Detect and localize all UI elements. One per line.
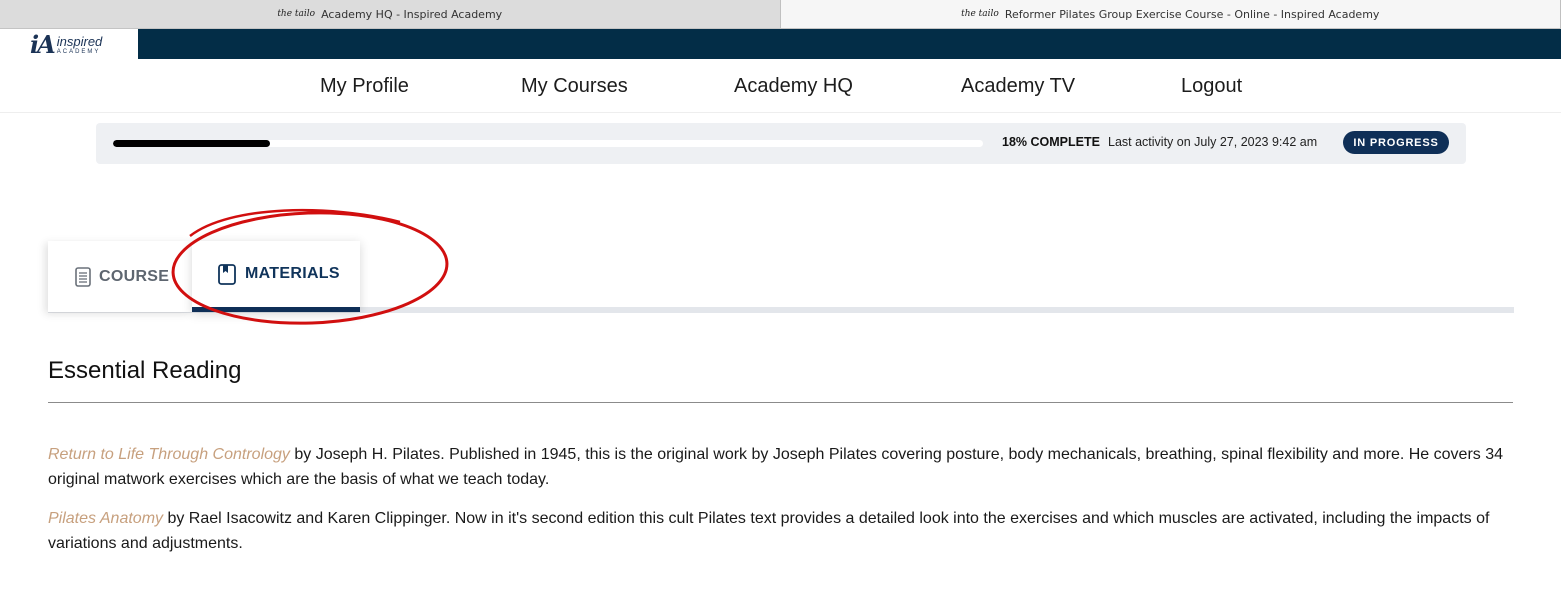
section-heading: Essential Reading	[48, 357, 242, 384]
progress-fill	[113, 140, 270, 147]
last-activity: Last activity on July 27, 2023 9:42 am	[1108, 135, 1318, 149]
browser-tab-reformer-course[interactable]: the tailo Reformer Pilates Group Exercis…	[780, 0, 1561, 28]
nav-academy-hq[interactable]: Academy HQ	[734, 75, 853, 98]
status-badge: IN PROGRESS	[1343, 131, 1449, 154]
browser-tab-strip: the tailo Academy HQ - Inspired Academy …	[0, 0, 1561, 29]
reading-item: Return to Life Through Contrology by Jos…	[48, 442, 1513, 492]
tab-course-label: COURSE	[99, 267, 170, 285]
nav-my-courses[interactable]: My Courses	[521, 75, 628, 98]
nav-my-profile[interactable]: My Profile	[320, 75, 409, 98]
nav-logout[interactable]: Logout	[1181, 75, 1242, 98]
course-progress-panel: 18% COMPLETE Last activity on July 27, 2…	[96, 123, 1466, 164]
tab-materials-label: MATERIALS	[245, 265, 340, 282]
site-favicon-icon: the tailo	[961, 8, 999, 19]
site-favicon-icon: the tailo	[277, 8, 316, 19]
site-logo[interactable]: iA inspired ACADEMY	[30, 31, 102, 59]
logo-word-academy: ACADEMY	[56, 49, 101, 55]
bookmark-book-icon	[218, 263, 236, 285]
reading-description: by Rael Isacowitz and Karen Clippinger. …	[48, 510, 1490, 552]
header-band	[138, 29, 1561, 59]
book-link-contrology[interactable]: Return to Life Through Contrology	[48, 446, 290, 463]
browser-tab-academy-hq[interactable]: the tailo Academy HQ - Inspired Academy	[0, 0, 781, 28]
nav-academy-tv[interactable]: Academy TV	[961, 75, 1075, 98]
logo-mark: iA	[30, 30, 56, 59]
browser-tab-title: Reformer Pilates Group Exercise Course -…	[1004, 7, 1380, 21]
browser-tab-title: Academy HQ - Inspired Academy	[321, 7, 503, 21]
main-nav: My Profile My Courses Academy HQ Academy…	[0, 59, 1561, 113]
tab-course[interactable]: COURSE	[48, 241, 192, 312]
progress-percent: 18% COMPLETE	[1002, 135, 1100, 149]
logo-word-inspired: inspired	[56, 34, 103, 49]
progress-track	[113, 140, 983, 147]
tab-materials[interactable]: MATERIALS	[192, 241, 360, 312]
document-icon	[75, 266, 91, 287]
reading-item: Pilates Anatomy by Rael Isacowitz and Ka…	[48, 506, 1513, 556]
section-divider	[48, 402, 1513, 403]
book-link-pilates-anatomy[interactable]: Pilates Anatomy	[48, 510, 163, 527]
